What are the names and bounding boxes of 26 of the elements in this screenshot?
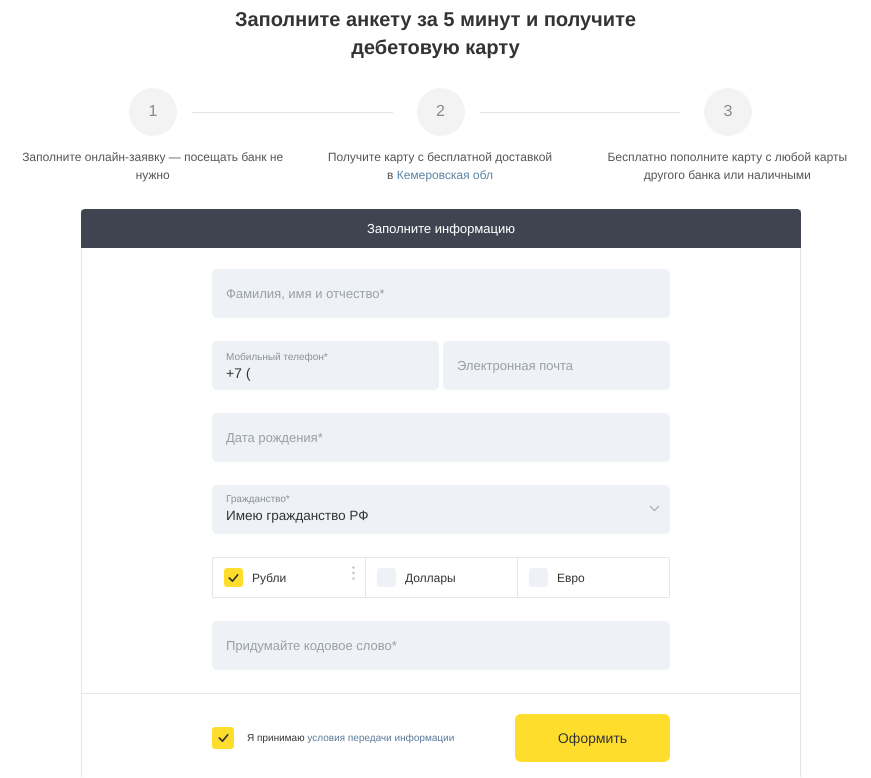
checkbox[interactable] bbox=[224, 568, 243, 587]
form-header: Заполните информацию bbox=[81, 209, 801, 248]
input-field[interactable]: Мобильный телефон* +7 ( bbox=[212, 341, 439, 390]
check-icon bbox=[218, 734, 228, 742]
step-number: 2 bbox=[416, 88, 464, 136]
input-field[interactable]: Электронная почта bbox=[443, 341, 670, 390]
step-number: 3 bbox=[704, 88, 752, 136]
checkbox[interactable] bbox=[212, 727, 234, 749]
currency-label: Евро bbox=[557, 570, 585, 586]
step-number: 1 bbox=[129, 88, 177, 136]
chevron-down-icon bbox=[649, 505, 660, 512]
currency-label: Доллары bbox=[405, 570, 456, 586]
step-description: Получите карту с бесплатной доставкой в Кемеровская обл bbox=[326, 149, 554, 184]
input-field[interactable]: Фамилия, имя и отчество* bbox=[212, 269, 670, 318]
dropdown-field[interactable]: Гражданство* Имею гражданство РФ bbox=[212, 485, 670, 534]
input-field[interactable]: Дата рождения* bbox=[212, 413, 670, 462]
input-field[interactable]: Придумайте кодовое слово* bbox=[212, 621, 670, 670]
consent-text: Я принимаю условия передачи информации bbox=[247, 732, 454, 746]
terms-link[interactable]: условия передачи информации bbox=[307, 732, 454, 744]
step-description: Бесплатно пополните карту с любой карты другого банка или наличными bbox=[606, 149, 848, 184]
page-heading: Заполните анкету за 5 минут и получите дебетовую карту bbox=[234, 8, 637, 61]
region-link[interactable]: Кемеровская обл bbox=[396, 168, 493, 182]
currency-label: Рубли bbox=[252, 570, 286, 586]
step-description: Заполните онлайн-заявку — посещать банк не нужно bbox=[21, 149, 284, 184]
check-icon bbox=[228, 574, 239, 582]
submit-button[interactable]: Оформить bbox=[515, 714, 670, 762]
